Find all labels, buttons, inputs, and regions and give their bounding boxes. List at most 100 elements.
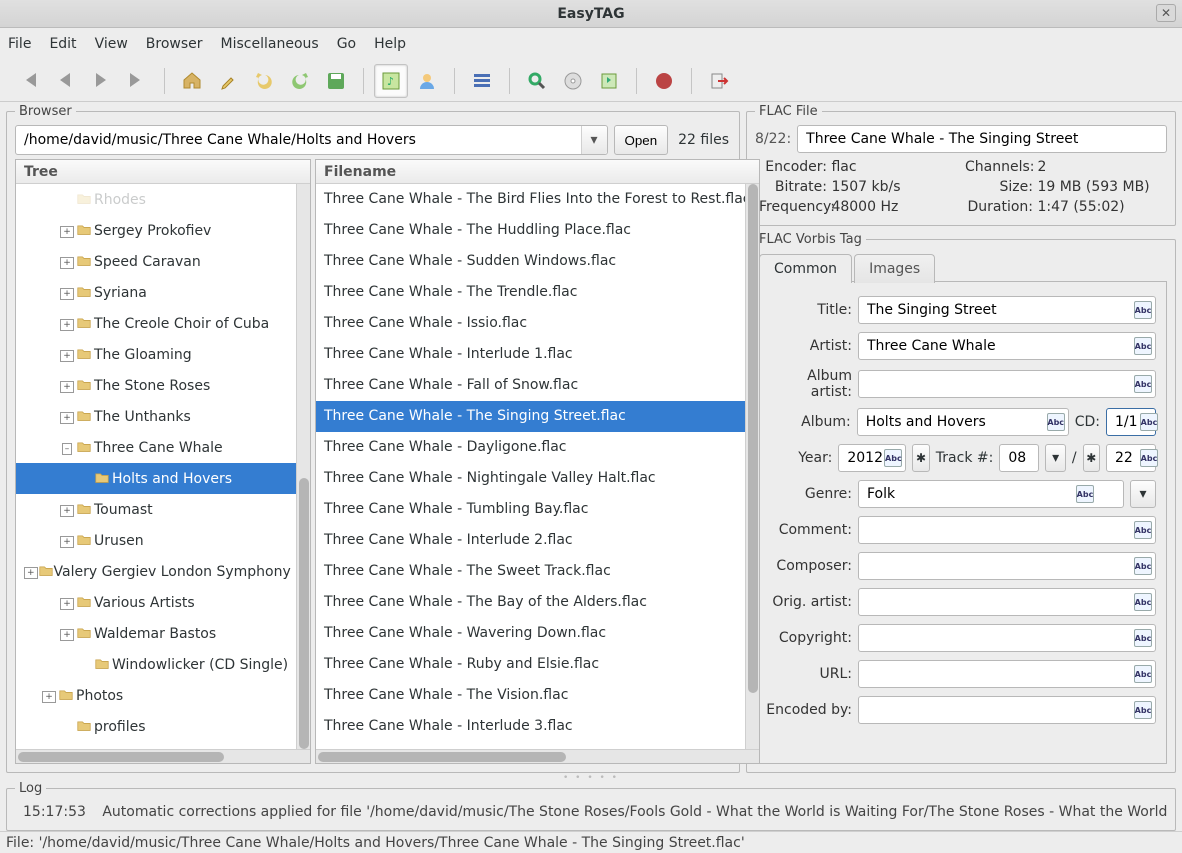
url-input[interactable] (858, 660, 1156, 688)
tree-item[interactable]: –Three Cane Whale (16, 432, 310, 463)
tag-icon[interactable]: Abc (1134, 375, 1152, 393)
expander-icon[interactable]: + (60, 224, 74, 237)
artist-input[interactable] (858, 332, 1156, 360)
file-item[interactable]: Three Cane Whale - The Sweet Track.flac (316, 556, 759, 587)
window-close-button[interactable]: ✕ (1156, 4, 1176, 22)
tree-item[interactable]: +The Gloaming (16, 339, 310, 370)
file-item[interactable]: Three Cane Whale - Sudden Windows.flac (316, 246, 759, 277)
copyright-input[interactable] (858, 624, 1156, 652)
tree-hscrollbar[interactable] (16, 749, 310, 763)
tag-icon[interactable]: Abc (1140, 449, 1158, 467)
tag-icon[interactable]: Abc (1076, 485, 1094, 503)
tag-icon[interactable]: Abc (1134, 521, 1152, 539)
tree-item[interactable]: +Syriana (16, 277, 310, 308)
track-stepper[interactable]: ▾ (1045, 444, 1066, 472)
select-all-button[interactable] (465, 64, 499, 98)
expander-icon[interactable]: + (60, 286, 74, 299)
tab-common[interactable]: Common (759, 254, 852, 283)
tree-item[interactable]: +Toumast (16, 494, 310, 525)
tree-scrollbar[interactable] (296, 184, 310, 749)
file-item[interactable]: Three Cane Whale - Interlude 3.flac (316, 711, 759, 742)
track-input[interactable] (999, 444, 1039, 472)
file-item[interactable]: Three Cane Whale - Wavering Down.flac (316, 618, 759, 649)
expander-icon[interactable]: + (60, 534, 74, 547)
tree-item[interactable]: +Various Artists (16, 587, 310, 618)
expander-icon[interactable]: + (42, 689, 56, 702)
nav-next-button[interactable] (84, 64, 118, 98)
menu-browser[interactable]: Browser (146, 36, 203, 52)
tag-icon[interactable]: Abc (884, 449, 902, 467)
tree-item[interactable]: +Valery Gergiev London Symphony Orchestr… (16, 556, 310, 587)
tree-list[interactable]: Tree Rhodes+Sergey Prokofiev+Speed Carav… (15, 159, 311, 764)
quit-button[interactable] (702, 64, 736, 98)
tree-view-button[interactable] (374, 64, 408, 98)
tag-icon[interactable]: Abc (1047, 413, 1065, 431)
seq-button[interactable]: ✱ (912, 444, 929, 472)
tree-item[interactable]: +Urusen (16, 525, 310, 556)
undo-button[interactable] (247, 64, 281, 98)
run-button[interactable] (647, 64, 681, 98)
expander-icon[interactable]: + (60, 410, 74, 423)
expander-icon[interactable]: – (60, 441, 74, 454)
tree-item[interactable]: profiles (16, 711, 310, 742)
filename-header[interactable]: Filename (316, 160, 759, 184)
expander-icon[interactable]: + (60, 255, 74, 268)
file-item[interactable]: Three Cane Whale - The Vision.flac (316, 680, 759, 711)
path-dropdown-button[interactable]: ▾ (581, 126, 607, 154)
tag-icon[interactable]: Abc (1134, 557, 1152, 575)
search-button[interactable] (520, 64, 554, 98)
menu-go[interactable]: Go (337, 36, 356, 52)
composer-input[interactable] (858, 552, 1156, 580)
tree-item[interactable]: +The Unthanks (16, 401, 310, 432)
file-list[interactable]: Filename Three Cane Whale - The Bird Fli… (315, 159, 760, 764)
nav-first-button[interactable] (12, 64, 46, 98)
tree-item[interactable]: Holts and Hovers (16, 463, 310, 494)
file-item[interactable]: Three Cane Whale - Nightingale Valley Ha… (316, 463, 759, 494)
redo-button[interactable] (283, 64, 317, 98)
tree-item[interactable]: Windowlicker (CD Single) (16, 649, 310, 680)
file-item[interactable]: Three Cane Whale - Dayligone.flac (316, 432, 759, 463)
tree-item[interactable]: +The Stone Roses (16, 370, 310, 401)
expander-icon[interactable]: + (60, 379, 74, 392)
path-input[interactable] (16, 132, 581, 148)
expander-icon[interactable]: + (60, 627, 74, 640)
open-button[interactable]: Open (614, 125, 669, 155)
file-item[interactable]: Three Cane Whale - The Bird Flies Into t… (316, 184, 759, 215)
file-item[interactable]: Three Cane Whale - Tumbling Bay.flac (316, 494, 759, 525)
expander-icon[interactable]: + (60, 596, 74, 609)
tag-icon[interactable]: Abc (1134, 665, 1152, 683)
cddb-button[interactable] (556, 64, 590, 98)
tag-icon[interactable]: Abc (1134, 701, 1152, 719)
expander-icon[interactable]: + (24, 565, 38, 578)
expander-icon[interactable]: + (60, 348, 74, 361)
expander-icon[interactable]: + (60, 317, 74, 330)
comment-input[interactable] (858, 516, 1156, 544)
tree-item[interactable]: +Waldemar Bastos (16, 618, 310, 649)
file-item[interactable]: Three Cane Whale - Interlude 1.flac (316, 339, 759, 370)
artist-view-button[interactable] (410, 64, 444, 98)
album-artist-input[interactable] (858, 370, 1156, 398)
menu-help[interactable]: Help (374, 36, 406, 52)
save-button[interactable] (319, 64, 353, 98)
menu-view[interactable]: View (95, 36, 128, 52)
tree-item[interactable]: +Speed Caravan (16, 246, 310, 277)
home-button[interactable] (175, 64, 209, 98)
file-item[interactable]: Three Cane Whale - The Bay of the Alders… (316, 587, 759, 618)
file-item[interactable]: Three Cane Whale - Interlude 2.flac (316, 525, 759, 556)
tag-icon[interactable]: Abc (1134, 301, 1152, 319)
file-item[interactable]: Three Cane Whale - The Singing Street.fl… (316, 401, 759, 432)
genre-dropdown[interactable]: ▾ (1130, 480, 1156, 508)
file-item[interactable]: Three Cane Whale - The Huddling Place.fl… (316, 215, 759, 246)
orig-artist-input[interactable] (858, 588, 1156, 616)
brush-button[interactable] (211, 64, 245, 98)
file-item[interactable]: Three Cane Whale - Fall of Snow.flac (316, 370, 759, 401)
tree-header[interactable]: Tree (16, 160, 310, 184)
album-input[interactable] (857, 408, 1069, 436)
tab-images[interactable]: Images (854, 254, 935, 283)
menu-edit[interactable]: Edit (49, 36, 76, 52)
path-combo[interactable]: ▾ (15, 125, 608, 155)
tree-item[interactable]: +Photos (16, 680, 310, 711)
tag-icon[interactable]: Abc (1134, 593, 1152, 611)
nav-last-button[interactable] (120, 64, 154, 98)
expander-icon[interactable]: + (60, 503, 74, 516)
